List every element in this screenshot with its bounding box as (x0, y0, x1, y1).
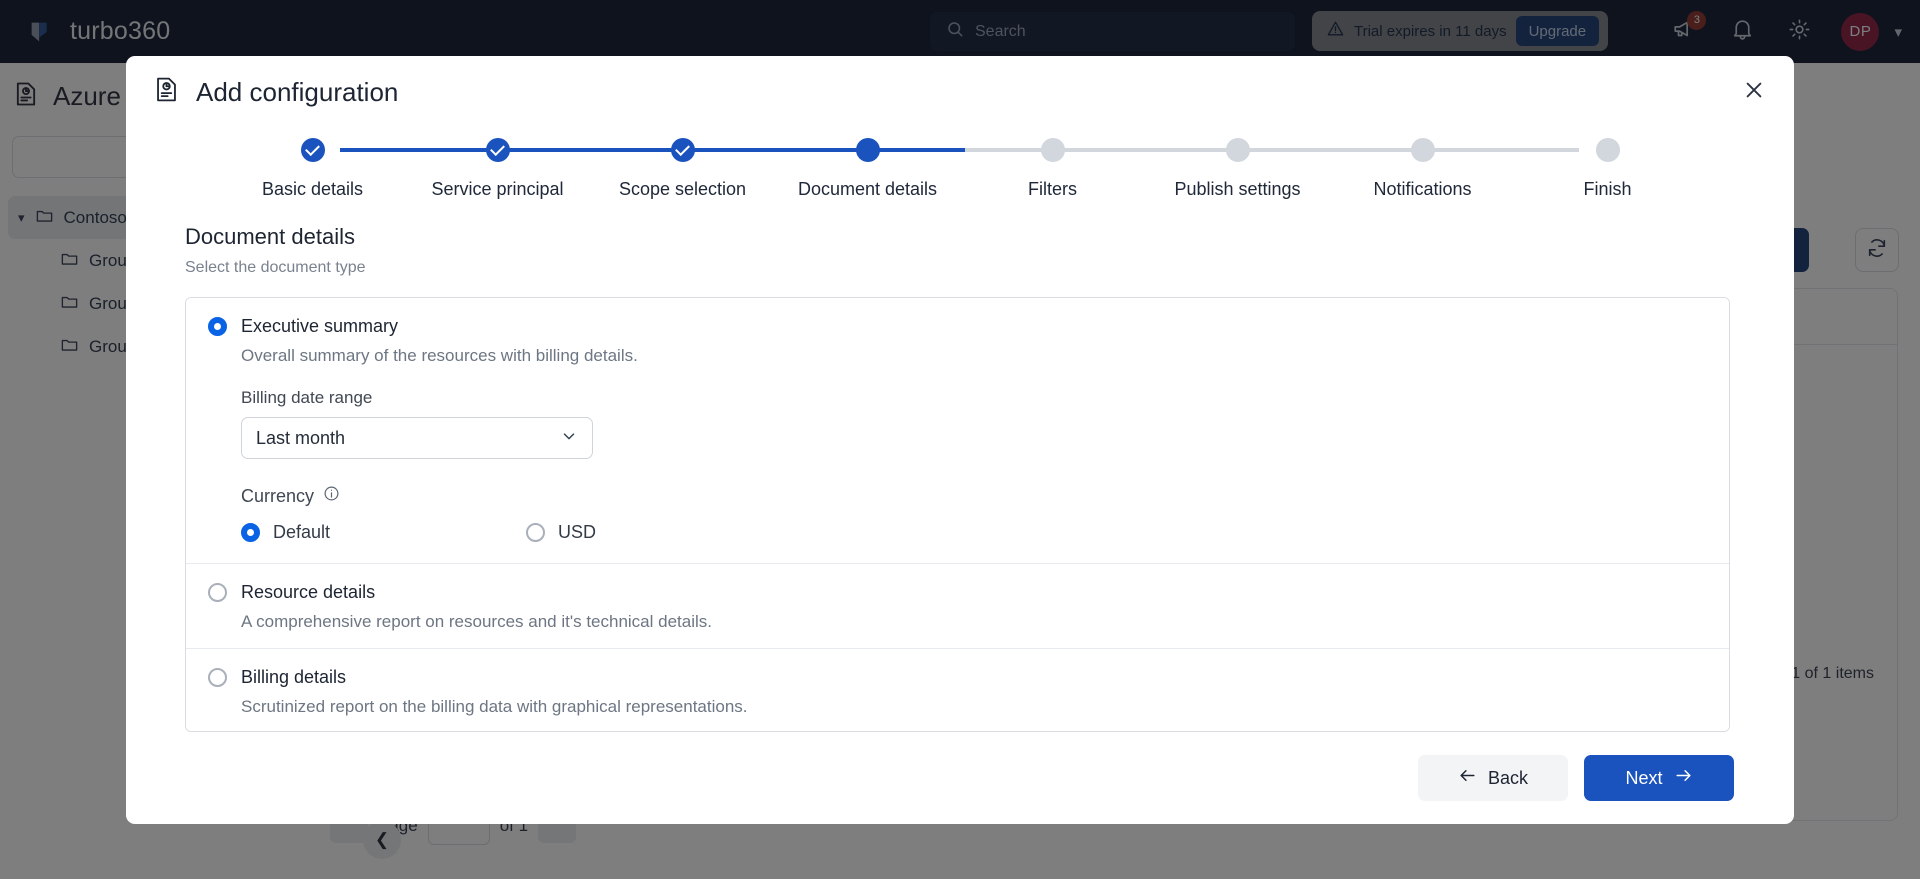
wizard-step-document-details[interactable]: Document details (775, 128, 960, 216)
step-dot (1410, 138, 1435, 162)
wizard-step-filters[interactable]: Filters (960, 128, 1145, 216)
step-label: Document details (797, 179, 938, 199)
back-button[interactable]: Back (1418, 755, 1568, 801)
section-title: Document details (185, 224, 355, 249)
currency-option-label: Default (273, 522, 331, 542)
radio-resource-details[interactable] (208, 583, 227, 602)
next-button-label: Next (1625, 767, 1663, 788)
currency-label: Currency (241, 485, 315, 506)
step-dot (670, 138, 695, 162)
step-dot (855, 138, 880, 162)
step-label: Scope selection (618, 179, 747, 199)
radio-billing-details[interactable] (208, 668, 227, 687)
step-dot (485, 138, 510, 162)
stepper-steps: Basic details Service principal Scope se… (220, 128, 1700, 216)
dialog-body: Document details Select the document typ… (126, 216, 1794, 732)
option-description: A comprehensive report on resources and … (241, 612, 712, 631)
step-dot (1595, 138, 1620, 162)
step-label: Notifications (1373, 179, 1472, 199)
step-label: Basic details (261, 179, 364, 199)
document-type-option-resource-details[interactable]: Resource details A comprehensive report … (186, 564, 1729, 649)
currency-label-row: Currency (241, 485, 1707, 507)
option-description: Scrutinized report on the billing data w… (241, 697, 748, 716)
step-dot (300, 138, 325, 162)
close-button[interactable] (1738, 76, 1770, 108)
currency-options: Default USD (241, 522, 1707, 543)
radio-currency-default[interactable] (241, 523, 260, 542)
add-configuration-dialog: Add configuration Basic details Service … (126, 56, 1794, 824)
option-description: Overall summary of the resources with bi… (241, 346, 638, 365)
step-dot (1040, 138, 1065, 162)
dialog-footer: Back Next (126, 732, 1794, 824)
radio-currency-usd[interactable] (526, 523, 546, 542)
step-label: Publish settings (1174, 179, 1301, 199)
dialog-header: Add configuration (126, 56, 1794, 128)
next-button[interactable]: Next (1584, 755, 1734, 801)
wizard-step-publish-settings[interactable]: Publish settings (1145, 128, 1330, 216)
wizard-stepper: Basic details Service principal Scope se… (220, 128, 1700, 216)
billing-date-range-select[interactable]: Last month (241, 417, 593, 459)
wizard-step-finish[interactable]: Finish (1515, 128, 1700, 216)
wizard-step-scope-selection[interactable]: Scope selection (590, 128, 775, 216)
step-label: Service principal (431, 179, 564, 199)
billing-date-range-label: Billing date range (241, 388, 373, 407)
wizard-step-notifications[interactable]: Notifications (1330, 128, 1515, 216)
back-button-label: Back (1487, 767, 1529, 788)
step-label: Finish (1583, 179, 1632, 199)
arrow-left-icon (1458, 766, 1477, 790)
step-label: Filters (1028, 179, 1077, 199)
arrow-right-icon (1674, 766, 1693, 790)
radio-executive-summary[interactable] (208, 317, 227, 336)
chevron-down-icon (560, 427, 578, 450)
info-circle-icon[interactable] (323, 485, 340, 507)
currency-option-label: USD (558, 522, 597, 542)
close-icon (1743, 79, 1765, 106)
currency-option-default[interactable]: Default (241, 522, 330, 543)
document-type-option-billing-details[interactable]: Billing details Scrutinized report on th… (186, 649, 1729, 731)
document-type-list[interactable]: Executive summary Overall summary of the… (185, 297, 1730, 732)
step-dot (1225, 138, 1250, 162)
currency-option-usd[interactable]: USD (526, 522, 596, 543)
option-label: Billing details (241, 667, 347, 687)
wizard-step-basic-details[interactable]: Basic details (220, 128, 405, 216)
option-label: Executive summary (241, 316, 399, 336)
billing-date-range-value: Last month (256, 427, 346, 448)
document-chart-icon (152, 75, 181, 109)
wizard-step-service-principal[interactable]: Service principal (405, 128, 590, 216)
option-label: Resource details (241, 582, 376, 602)
section-subtitle: Select the document type (185, 259, 366, 276)
document-type-option-executive-summary[interactable]: Executive summary Overall summary of the… (186, 298, 1729, 564)
dialog-title: Add configuration (196, 76, 399, 107)
